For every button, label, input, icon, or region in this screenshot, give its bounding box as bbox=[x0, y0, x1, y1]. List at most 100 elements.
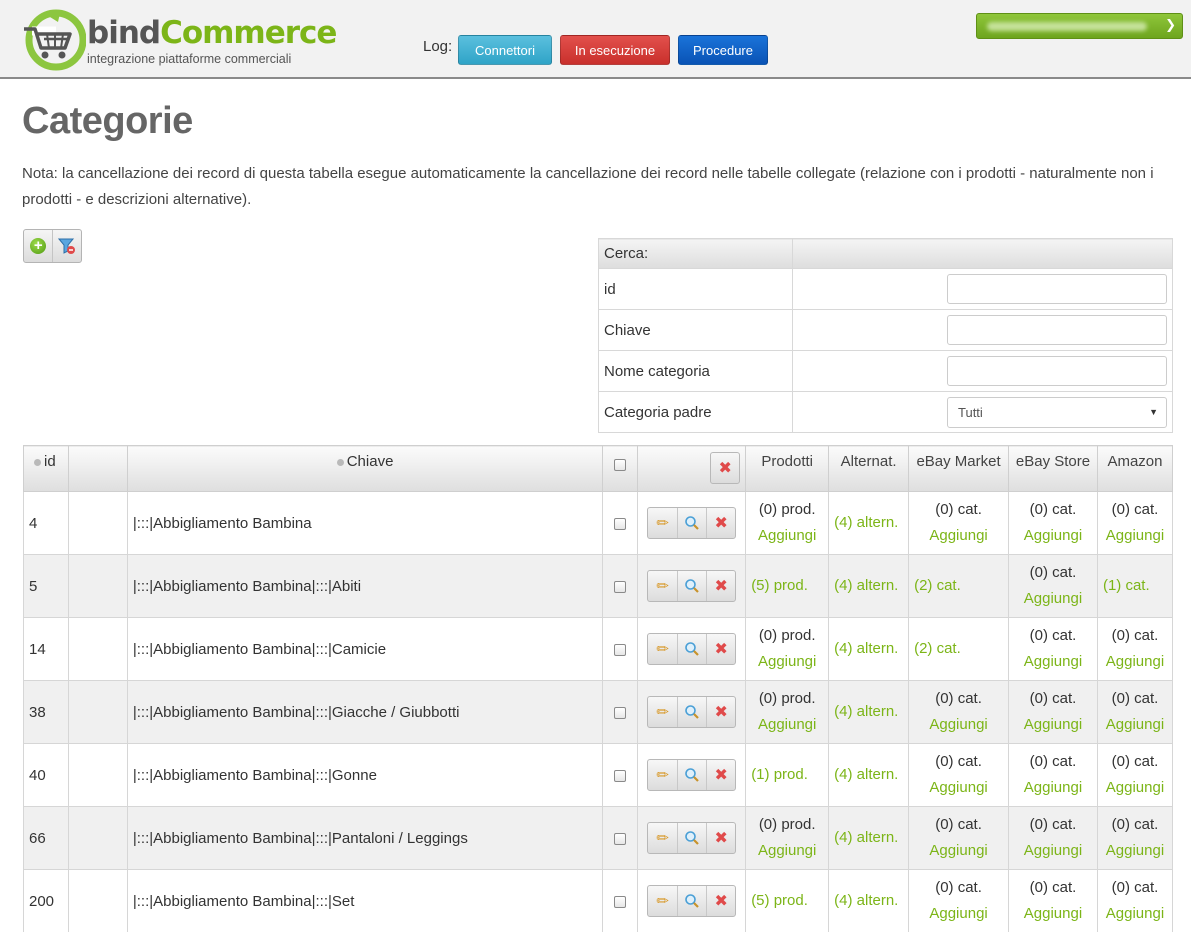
view-button[interactable] bbox=[677, 760, 706, 790]
edit-button[interactable]: ✏ bbox=[648, 508, 677, 538]
edit-button[interactable]: ✏ bbox=[648, 697, 677, 727]
delete-row-button[interactable]: ✖ bbox=[706, 760, 735, 790]
view-button[interactable] bbox=[677, 823, 706, 853]
prodotti-count[interactable]: (1) prod. bbox=[751, 762, 828, 788]
add-record-button[interactable]: + bbox=[24, 230, 52, 262]
ebay-market-count[interactable]: (2) cat. bbox=[914, 573, 1008, 599]
alternat-count[interactable]: (4) altern. bbox=[834, 888, 908, 914]
delete-row-button[interactable]: ✖ bbox=[706, 508, 735, 538]
row-checkbox[interactable] bbox=[614, 643, 627, 656]
cell-amazon: (0) cat. Aggiungi bbox=[1096, 806, 1174, 870]
delete-row-button[interactable]: ✖ bbox=[706, 571, 735, 601]
ebay-market-add-link[interactable]: Aggiungi bbox=[909, 712, 1008, 738]
amazon-add-link[interactable]: Aggiungi bbox=[1098, 775, 1172, 801]
amazon-add-link[interactable]: Aggiungi bbox=[1098, 838, 1172, 864]
cell-ebay-store: (0) cat. Aggiungi bbox=[1008, 617, 1098, 681]
delete-icon: ✖ bbox=[714, 641, 728, 658]
row-checkbox[interactable] bbox=[614, 769, 627, 782]
ebay-store-add-link[interactable]: Aggiungi bbox=[1009, 901, 1097, 927]
user-menu-dropdown[interactable]: ❯ bbox=[976, 13, 1183, 39]
categoria-padre-select[interactable]: Tutti ▼ bbox=[947, 396, 1167, 428]
alternat-count[interactable]: (4) altern. bbox=[834, 762, 908, 788]
procedure-button[interactable]: Procedure bbox=[678, 35, 768, 65]
edit-button[interactable]: ✏ bbox=[648, 823, 677, 853]
delete-row-button[interactable]: ✖ bbox=[706, 886, 735, 916]
cell-prodotti: (0) prod. Aggiungi bbox=[745, 617, 830, 681]
ebay-store-add-link[interactable]: Aggiungi bbox=[1009, 523, 1097, 549]
view-button[interactable] bbox=[677, 697, 706, 727]
amazon-add-link[interactable]: Aggiungi bbox=[1098, 523, 1172, 549]
log-label: Log: bbox=[423, 38, 453, 55]
ebay-market-add-link[interactable]: Aggiungi bbox=[909, 775, 1008, 801]
ebay-store-add-link[interactable]: Aggiungi bbox=[1009, 586, 1097, 612]
clear-filter-button[interactable] bbox=[52, 230, 81, 262]
ebay-market-add-link[interactable]: Aggiungi bbox=[909, 523, 1008, 549]
alternat-count[interactable]: (4) altern. bbox=[834, 636, 908, 662]
edit-button[interactable]: ✏ bbox=[648, 760, 677, 790]
prodotti-add-link[interactable]: Aggiungi bbox=[746, 523, 828, 549]
col-header-amazon[interactable]: Amazon bbox=[1096, 445, 1174, 492]
amazon-add-link[interactable]: Aggiungi bbox=[1098, 901, 1172, 927]
ebay-market-add-link[interactable]: Aggiungi bbox=[909, 901, 1008, 927]
view-button[interactable] bbox=[677, 571, 706, 601]
view-button[interactable] bbox=[677, 886, 706, 916]
cell-blank bbox=[67, 743, 128, 807]
alternat-count[interactable]: (4) altern. bbox=[834, 510, 908, 536]
row-checkbox[interactable] bbox=[614, 832, 627, 845]
cell-id: 200 bbox=[23, 869, 69, 932]
alternat-count[interactable]: (4) altern. bbox=[834, 825, 908, 851]
amazon-add-link[interactable]: Aggiungi bbox=[1098, 649, 1172, 675]
cell-select bbox=[602, 491, 639, 555]
cell-id: 4 bbox=[23, 491, 69, 555]
connettori-button[interactable]: Connettori bbox=[458, 35, 552, 65]
row-checkbox[interactable] bbox=[614, 895, 627, 908]
amazon-add-link[interactable]: Aggiungi bbox=[1098, 712, 1172, 738]
amazon-count[interactable]: (1) cat. bbox=[1103, 573, 1172, 599]
col-header-alternat[interactable]: Alternat. bbox=[828, 445, 910, 492]
edit-button[interactable]: ✏ bbox=[648, 634, 677, 664]
ebay-market-add-link[interactable]: Aggiungi bbox=[909, 838, 1008, 864]
row-checkbox[interactable] bbox=[614, 517, 627, 530]
delete-selected-button[interactable]: ✖ bbox=[710, 452, 741, 484]
alternat-count[interactable]: (4) altern. bbox=[834, 699, 908, 725]
prodotti-add-link[interactable]: Aggiungi bbox=[746, 712, 828, 738]
cell-ebay-store: (0) cat. Aggiungi bbox=[1008, 680, 1098, 744]
ebay-store-add-link[interactable]: Aggiungi bbox=[1009, 649, 1097, 675]
magnifier-icon bbox=[685, 516, 699, 530]
col-header-ebay-market[interactable]: eBay Market bbox=[908, 445, 1010, 492]
logo-bind: bind bbox=[87, 15, 161, 51]
search-chiave-input[interactable] bbox=[947, 315, 1167, 345]
cell-amazon: (0) cat. Aggiungi bbox=[1096, 869, 1174, 932]
cell-alternat: (4) altern. bbox=[828, 617, 910, 681]
row-checkbox[interactable] bbox=[614, 580, 627, 593]
row-checkbox[interactable] bbox=[614, 706, 627, 719]
prodotti-count[interactable]: (5) prod. bbox=[751, 573, 828, 599]
delete-row-button[interactable]: ✖ bbox=[706, 823, 735, 853]
edit-button[interactable]: ✏ bbox=[648, 886, 677, 916]
cell-ebay-market: (0) cat. Aggiungi bbox=[908, 491, 1010, 555]
search-nome-input[interactable] bbox=[947, 356, 1167, 386]
ebay-market-count[interactable]: (2) cat. bbox=[914, 636, 1008, 662]
ebay-store-add-link[interactable]: Aggiungi bbox=[1009, 712, 1097, 738]
view-button[interactable] bbox=[677, 508, 706, 538]
delete-row-button[interactable]: ✖ bbox=[706, 634, 735, 664]
prodotti-count[interactable]: (5) prod. bbox=[751, 888, 828, 914]
col-header-prodotti[interactable]: Prodotti bbox=[745, 445, 830, 492]
edit-button[interactable]: ✏ bbox=[648, 571, 677, 601]
prodotti-add-link[interactable]: Aggiungi bbox=[746, 838, 828, 864]
search-id-input[interactable] bbox=[947, 274, 1167, 304]
ebay-store-add-link[interactable]: Aggiungi bbox=[1009, 838, 1097, 864]
ebay-store-add-link[interactable]: Aggiungi bbox=[1009, 775, 1097, 801]
cell-select bbox=[602, 554, 639, 618]
col-header-actions: ✖ bbox=[637, 445, 747, 492]
alternat-count[interactable]: (4) altern. bbox=[834, 573, 908, 599]
col-header-chiave[interactable]: Chiave bbox=[126, 445, 604, 492]
delete-row-button[interactable]: ✖ bbox=[706, 697, 735, 727]
col-header-ebay-store[interactable]: eBay Store bbox=[1008, 445, 1098, 492]
select-all-checkbox[interactable] bbox=[614, 459, 627, 472]
in-esecuzione-button[interactable]: In esecuzione bbox=[560, 35, 670, 65]
view-button[interactable] bbox=[677, 634, 706, 664]
col-header-id[interactable]: id bbox=[23, 445, 69, 492]
bindcommerce-logo[interactable]: bindCommerce integrazione piattaforme co… bbox=[22, 9, 337, 71]
prodotti-add-link[interactable]: Aggiungi bbox=[746, 649, 828, 675]
